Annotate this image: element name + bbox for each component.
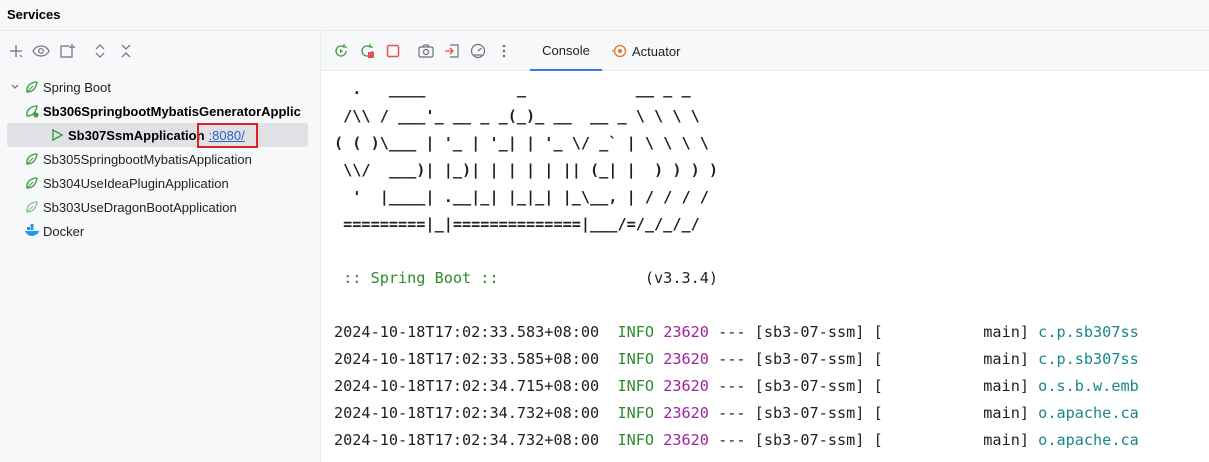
log-thread: [ main]: [873, 431, 1030, 449]
app-label: Sb305SpringbootMybatisApplication: [43, 151, 252, 167]
log-separator: ---: [718, 323, 746, 341]
log-timestamp: 2024-10-18T17:02:34.732+08:00: [334, 431, 600, 449]
camera-icon[interactable]: [416, 41, 436, 61]
log-logger: o.s.b.w.emb: [1038, 377, 1139, 395]
log-app: [sb3-07-ssm]: [754, 350, 865, 368]
log-line: 2024-10-18T17:02:33.583+08:00 INFO 23620…: [334, 319, 1139, 346]
title-bar: Services: [0, 0, 1209, 31]
log-timestamp: 2024-10-18T17:02:34.732+08:00: [334, 404, 600, 422]
dashboard-icon[interactable]: [468, 41, 488, 61]
more-icon[interactable]: [494, 41, 514, 61]
tab-console-label: Console: [542, 42, 590, 58]
log-timestamp: 2024-10-18T17:02:34.715+08:00: [334, 377, 600, 395]
log-thread: [ main]: [873, 404, 1030, 422]
log-app: [sb3-07-ssm]: [754, 323, 865, 341]
tab-actuator-label: Actuator: [632, 43, 681, 59]
docker-label: Docker: [43, 223, 85, 239]
console-output[interactable]: . ____ _ __ _ _ /\\ / ___'_ __ _ _(_)_ _…: [321, 71, 1209, 462]
log-line: 2024-10-18T17:02:33.585+08:00 INFO 23620…: [334, 346, 1139, 373]
services-tree-pane: Spring Boot Sb306SpringbootMybatisGenera…: [0, 31, 321, 462]
log-thread: [ main]: [873, 377, 1030, 395]
stop-icon[interactable]: [383, 41, 403, 61]
log-thread: [ main]: [873, 350, 1030, 368]
log-line: 2024-10-18T17:02:34.715+08:00 INFO 23620…: [334, 373, 1139, 400]
new-tab-icon[interactable]: [57, 41, 77, 61]
log-pid: 23620: [663, 350, 709, 368]
tree-item-app[interactable]: Sb303UseDragonBootApplication: [23, 195, 313, 219]
sign-in-icon[interactable]: [442, 41, 462, 61]
rerun-icon[interactable]: [331, 41, 351, 61]
tab-actuator[interactable]: Actuator: [611, 31, 691, 71]
services-toolbar: [0, 31, 320, 71]
log-line: 2024-10-18T17:02:34.732+08:00 INFO 23620…: [334, 427, 1139, 454]
tree-item-app-selected[interactable]: Sb307SsmApplication :8080/: [7, 123, 308, 147]
restart-icon[interactable]: [357, 41, 377, 61]
log-app: [sb3-07-ssm]: [754, 404, 865, 422]
console-pane: Console Actuator . ____ _ __ _ _ /\\ / _…: [321, 31, 1209, 462]
app-label: Sb303UseDragonBootApplication: [43, 199, 237, 215]
tree-item-app[interactable]: Sb306SpringbootMybatisGeneratorApplic: [23, 99, 320, 123]
chevron-down-icon[interactable]: [7, 79, 23, 95]
log-level: INFO: [617, 404, 655, 422]
banner-line: ( ( )\___ | '_ | '_| | '_ \/ _` | \ \ \ …: [334, 134, 709, 152]
log-pid: 23620: [663, 323, 709, 341]
banner-line: \\/ ___)| |_)| | | | | || (_| | ) ) ) ): [334, 161, 719, 179]
spring-boot-banner-label: :: Spring Boot ::: [334, 269, 508, 287]
banner-line: . ____ _ __ _ _: [334, 80, 691, 98]
banner-line: /\\ / ___'_ __ _ _(_)_ __ __ _ \ \ \ \: [334, 107, 700, 125]
tab-console[interactable]: Console: [530, 31, 602, 71]
eye-icon[interactable]: [31, 41, 51, 61]
docker-icon: [23, 222, 41, 240]
tree-item-app[interactable]: Sb304UseIdeaPluginApplication: [23, 171, 313, 195]
add-icon[interactable]: [6, 41, 26, 61]
log-separator: ---: [718, 404, 746, 422]
log-pid: 23620: [663, 404, 709, 422]
collapse-all-icon[interactable]: [116, 41, 136, 61]
log-level: INFO: [617, 431, 655, 449]
tree-node-spring-boot[interactable]: Spring Boot: [7, 75, 308, 99]
log-line: 2024-10-18T17:02:34.732+08:00 INFO 23620…: [334, 400, 1139, 427]
log-separator: ---: [718, 431, 746, 449]
spring-boot-icon: [23, 78, 41, 96]
spring-app-icon: [23, 102, 41, 120]
expand-all-icon[interactable]: [90, 41, 110, 61]
log-thread: [ main]: [873, 323, 1030, 341]
tree-item-app[interactable]: Sb305SpringbootMybatisApplication: [23, 147, 313, 171]
run-icon: [48, 126, 66, 144]
app-label: Sb304UseIdeaPluginApplication: [43, 175, 229, 191]
spring-app-icon: [23, 198, 41, 216]
banner-line: =========|_|==============|___/=/_/_/_/: [334, 215, 700, 233]
log-app: [sb3-07-ssm]: [754, 377, 865, 395]
log-logger: o.apache.ca: [1038, 404, 1139, 422]
log-separator: ---: [718, 350, 746, 368]
app-label: Sb307SsmApplication: [68, 127, 205, 143]
log-level: INFO: [617, 323, 655, 341]
spring-app-icon: [23, 150, 41, 168]
log-pid: 23620: [663, 377, 709, 395]
banner-line: ' |____| .__|_| |_|_| |_\__, | / / / /: [334, 188, 709, 206]
console-toolbar: Console Actuator: [321, 31, 1209, 71]
log-app: [sb3-07-ssm]: [754, 431, 865, 449]
log-pid: 23620: [663, 431, 709, 449]
spring-boot-version-line: :: Spring Boot :: (v3.3.4): [334, 265, 718, 292]
app-label: Sb306SpringbootMybatisGeneratorApplic: [43, 103, 301, 119]
log-timestamp: 2024-10-18T17:02:33.585+08:00: [334, 350, 600, 368]
spring-boot-version: (v3.3.4): [644, 269, 719, 287]
spring-app-icon: [23, 174, 41, 192]
spring-boot-label: Spring Boot: [43, 79, 111, 95]
actuator-icon: [611, 43, 627, 59]
log-timestamp: 2024-10-18T17:02:33.583+08:00: [334, 323, 600, 341]
log-logger: o.apache.ca: [1038, 431, 1139, 449]
window-title: Services: [7, 7, 61, 22]
log-logger: c.p.sb307ss: [1038, 323, 1139, 341]
tree-node-docker[interactable]: Docker: [7, 219, 308, 243]
log-logger: c.p.sb307ss: [1038, 350, 1139, 368]
highlight-box: [197, 123, 258, 148]
log-separator: ---: [718, 377, 746, 395]
log-level: INFO: [617, 377, 655, 395]
log-level: INFO: [617, 350, 655, 368]
